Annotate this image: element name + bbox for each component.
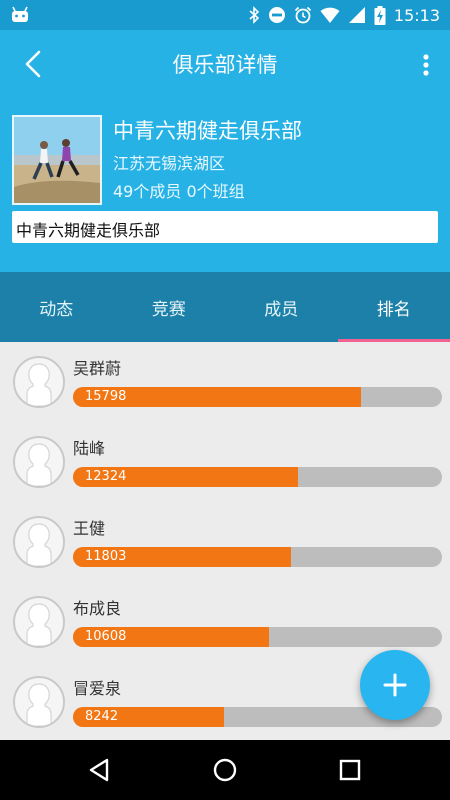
tab-feed[interactable]: 动态 [0, 272, 113, 342]
toolbar: 俱乐部详情 [0, 30, 450, 100]
member-name: 王健 [73, 519, 106, 538]
wifi-icon [320, 7, 340, 24]
page-title: 俱乐部详情 [172, 53, 278, 77]
score-value: 11803 [85, 549, 127, 564]
score-value: 8242 [85, 709, 119, 724]
avatar [13, 516, 65, 568]
club-description: 中青六期健走俱乐部 [12, 211, 438, 243]
ranking-row[interactable]: 王健 11803 [0, 502, 450, 582]
system-nav-bar [0, 740, 450, 800]
club-photo-image [14, 117, 100, 203]
score-value: 12324 [85, 469, 127, 484]
tab-members[interactable]: 成员 [225, 272, 338, 342]
cell-signal-icon [348, 7, 365, 23]
triangle-back-icon[interactable] [85, 755, 115, 785]
more-vert-icon[interactable] [414, 48, 438, 82]
score-bar: 12324 [73, 467, 442, 487]
bluetooth-icon [249, 6, 260, 24]
club-name: 中青六期健走俱乐部 [113, 119, 302, 143]
tab-ranking[interactable]: 排名 [337, 272, 450, 342]
tab-bar: 动态 竞赛 成员 排名 [0, 272, 450, 342]
member-name: 布成良 [73, 599, 122, 618]
add-button[interactable] [360, 650, 430, 720]
club-location: 江苏无锡滨湖区 [113, 154, 226, 173]
score-bar: 10608 [73, 627, 442, 647]
member-name: 吴群蔚 [73, 359, 122, 378]
club-stats: 49个成员 0个班组 [113, 182, 245, 201]
club-header: 俱乐部详情 中青六期健走俱乐部 江苏无锡滨湖区 49个成员 0个班组 中青六期健… [0, 30, 450, 272]
score-bar: 11803 [73, 547, 442, 567]
score-value: 15798 [85, 389, 127, 404]
score-value: 10608 [85, 629, 127, 644]
status-bar: 15:13 [0, 0, 450, 30]
do-not-disturb-icon [268, 7, 285, 23]
ranking-row[interactable]: 布成良 10608 [0, 582, 450, 662]
ranking-row[interactable]: 吴群蔚 15798 [0, 342, 450, 422]
avatar [13, 356, 65, 408]
add-icon [383, 673, 407, 697]
android-notification-icon [12, 6, 28, 22]
ranking-row[interactable]: 陆峰 12324 [0, 422, 450, 502]
member-name: 冒爱泉 [73, 679, 122, 698]
status-time: 15:13 [393, 5, 440, 25]
battery-charging-icon [374, 5, 386, 25]
avatar [13, 436, 65, 488]
square-recent-icon[interactable] [335, 755, 365, 785]
avatar [13, 676, 65, 728]
member-name: 陆峰 [73, 439, 106, 458]
alarm-icon [294, 6, 312, 24]
tab-competition[interactable]: 竞赛 [113, 272, 226, 342]
score-bar: 15798 [73, 387, 442, 407]
club-photo[interactable] [12, 115, 102, 205]
avatar [13, 596, 65, 648]
circle-home-icon[interactable] [210, 755, 240, 785]
